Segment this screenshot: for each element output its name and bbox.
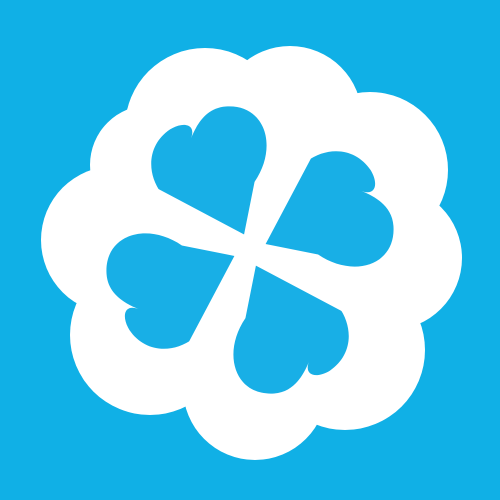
app-icon [0, 0, 500, 500]
four-leaf-clover-logo-icon [41, 46, 462, 460]
